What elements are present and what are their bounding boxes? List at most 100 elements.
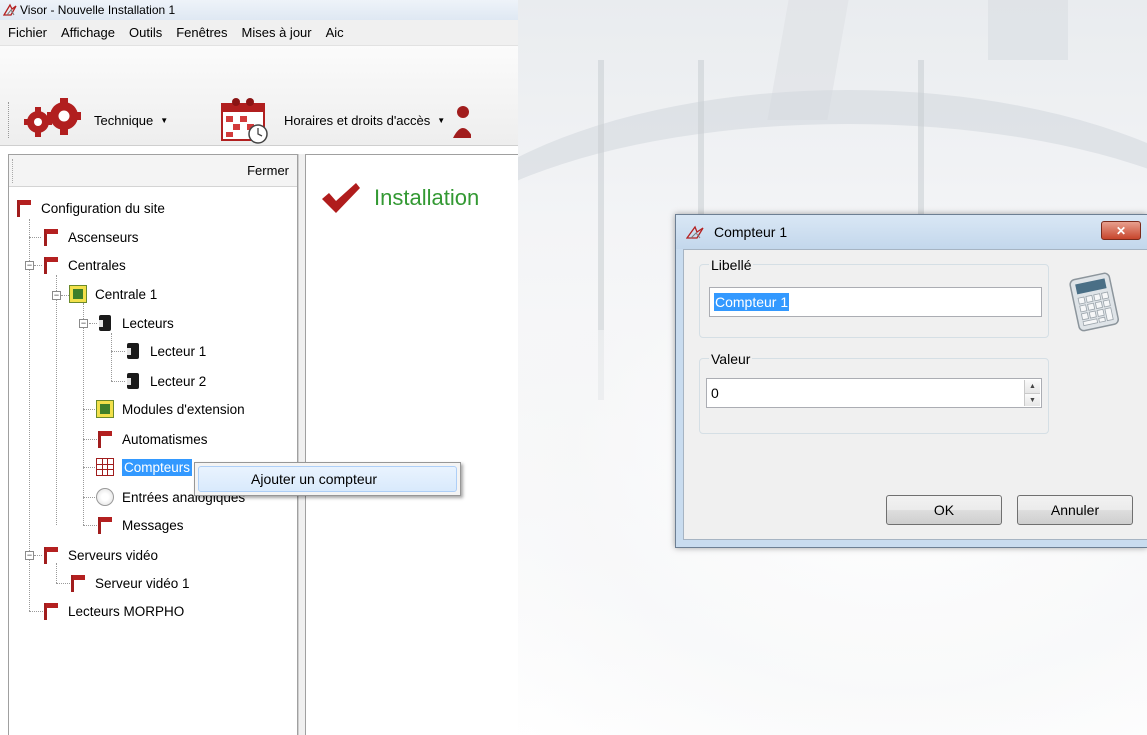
dropdown-arrow-icon: ▼ xyxy=(437,115,446,125)
collapse-toggle[interactable]: − xyxy=(25,551,34,560)
close-panel-button[interactable]: Fermer xyxy=(247,163,289,178)
tree-item-lecteur-2[interactable]: Lecteur 2 xyxy=(124,370,206,392)
menu-mises-a-jour[interactable]: Mises à jour xyxy=(242,25,322,40)
tree-line xyxy=(83,303,84,525)
counter-dialog: Compteur 1 ✕ Libellé Compteur 1 Valeur 0… xyxy=(675,214,1147,548)
visor-logo-icon xyxy=(3,3,17,16)
tree-item-lecteur-1[interactable]: Lecteur 1 xyxy=(124,340,206,362)
tree-item-centrale-1[interactable]: Centrale 1 xyxy=(69,283,157,305)
circuit-board-icon xyxy=(96,400,114,418)
tree-line xyxy=(111,381,125,382)
dropdown-arrow-icon: ▼ xyxy=(160,115,169,125)
technique-label: Technique xyxy=(94,112,154,128)
tree-item-label: Ascenseurs xyxy=(68,229,139,245)
valeur-label: Valeur xyxy=(709,351,753,367)
site-config-panel: Fermer − − − − Configuration du site Asc… xyxy=(8,154,298,735)
tree-line xyxy=(83,467,97,468)
content-panel: Installation xyxy=(306,154,518,735)
background-shape xyxy=(988,0,1068,60)
toolbar-grip[interactable] xyxy=(8,102,11,138)
collapse-toggle[interactable]: − xyxy=(25,261,34,270)
panel-header: Fermer xyxy=(9,155,297,187)
tree-item-serveur-video-1[interactable]: Serveur vidéo 1 xyxy=(69,572,190,594)
tree-item-centrales[interactable]: Centrales xyxy=(42,254,126,276)
tree-item-ascenseurs[interactable]: Ascenseurs xyxy=(42,226,139,248)
tree-item-lecteurs-morpho[interactable]: Lecteurs MORPHO xyxy=(42,600,184,622)
libelle-group: Libellé Compteur 1 xyxy=(699,257,1049,338)
tree-item-label: Serveurs vidéo xyxy=(68,547,159,563)
tree-item-label: Centrales xyxy=(68,257,126,273)
dialog-title-bar[interactable]: Compteur 1 ✕ xyxy=(676,215,1147,249)
panel-splitter[interactable] xyxy=(298,154,306,735)
tree-line xyxy=(111,333,112,381)
dialog-body: Libellé Compteur 1 Valeur 0 ▲ ▼ OK Annul… xyxy=(683,249,1147,540)
title-bar[interactable]: Visor - Nouvelle Installation 1 xyxy=(0,0,518,20)
tree-item-lecteurs[interactable]: Lecteurs xyxy=(96,312,174,334)
card-reader-icon xyxy=(124,372,142,390)
tree-line xyxy=(83,525,97,526)
collapse-toggle[interactable]: − xyxy=(52,291,61,300)
tree-line xyxy=(83,439,97,440)
ok-button[interactable]: OK xyxy=(886,495,1002,525)
menu-affichage[interactable]: Affichage xyxy=(61,25,125,40)
user-icon xyxy=(453,106,472,138)
tree-item-compteurs[interactable]: Compteurs xyxy=(96,456,193,478)
technique-button[interactable]: Technique ▼ xyxy=(22,98,168,142)
panel-grip[interactable] xyxy=(12,159,14,183)
menu-fenetres[interactable]: Fenêtres xyxy=(176,25,237,40)
libelle-value: Compteur 1 xyxy=(714,293,790,311)
tree-item-label: Configuration du site xyxy=(41,200,165,216)
calculator-icon xyxy=(1069,272,1119,332)
tree-line xyxy=(56,583,70,584)
add-counter-menu-item[interactable]: Ajouter un compteur xyxy=(198,466,457,492)
flag-icon xyxy=(42,256,60,274)
page-title: Installation xyxy=(374,185,480,210)
flag-icon xyxy=(96,516,114,534)
flag-icon xyxy=(42,602,60,620)
valeur-value: 0 xyxy=(711,385,719,401)
tree-item-modules[interactable]: Modules d'extension xyxy=(96,398,245,420)
valeur-stepper[interactable]: 0 ▲ ▼ xyxy=(706,378,1042,408)
toolbar: Technique ▼ Horaires et droits d'accès ▼ xyxy=(0,46,518,146)
spin-up-icon[interactable]: ▲ xyxy=(1025,380,1040,393)
close-button[interactable]: ✕ xyxy=(1101,221,1141,240)
cancel-button[interactable]: Annuler xyxy=(1017,495,1133,525)
dialog-title: Compteur 1 xyxy=(714,224,788,240)
tree-line xyxy=(56,563,57,583)
spin-down-icon[interactable]: ▼ xyxy=(1025,393,1040,406)
tree-item-serveurs-video[interactable]: Serveurs vidéo xyxy=(42,544,158,566)
tree-line xyxy=(29,237,41,238)
tree-item-label: Lecteurs MORPHO xyxy=(68,603,185,619)
window-title: Visor - Nouvelle Installation 1 xyxy=(20,3,176,17)
tree-item-messages[interactable]: Messages xyxy=(96,514,184,536)
site-tree: − − − − Configuration du site Ascenseurs… xyxy=(9,191,297,731)
tree-line xyxy=(111,351,125,352)
tree-item-label: Centrale 1 xyxy=(95,286,158,302)
collapse-toggle[interactable]: − xyxy=(79,319,88,328)
tree-item-configuration[interactable]: Configuration du site xyxy=(15,197,165,219)
menu-outils[interactable]: Outils xyxy=(129,25,172,40)
tree-item-label: Modules d'extension xyxy=(122,401,245,417)
menu-aide[interactable]: Aic xyxy=(326,25,354,40)
gauge-icon xyxy=(96,488,114,506)
tree-item-label: Lecteurs xyxy=(122,315,174,331)
horaires-button[interactable]: Horaires et droits d'accès ▼ xyxy=(218,98,472,144)
table-grid-icon xyxy=(96,458,114,476)
menu-fichier[interactable]: Fichier xyxy=(8,25,57,40)
tree-line xyxy=(56,275,57,525)
main-window: Visor - Nouvelle Installation 1 Fichier … xyxy=(0,0,518,735)
flag-icon xyxy=(42,228,60,246)
libelle-input[interactable]: Compteur 1 xyxy=(709,287,1042,317)
visor-logo-icon xyxy=(686,225,704,239)
tree-line xyxy=(83,497,97,498)
tree-item-label: Messages xyxy=(122,517,184,533)
valeur-group: Valeur 0 ▲ ▼ xyxy=(699,351,1049,434)
menu-bar: Fichier Affichage Outils Fenêtres Mises … xyxy=(0,20,518,46)
tree-item-label: Lecteur 1 xyxy=(150,343,207,359)
context-menu: Ajouter un compteur xyxy=(194,462,461,496)
flag-icon xyxy=(96,430,114,448)
flag-icon xyxy=(42,546,60,564)
tree-line xyxy=(83,409,97,410)
tree-item-automatismes[interactable]: Automatismes xyxy=(96,428,208,450)
tree-line xyxy=(29,611,43,612)
